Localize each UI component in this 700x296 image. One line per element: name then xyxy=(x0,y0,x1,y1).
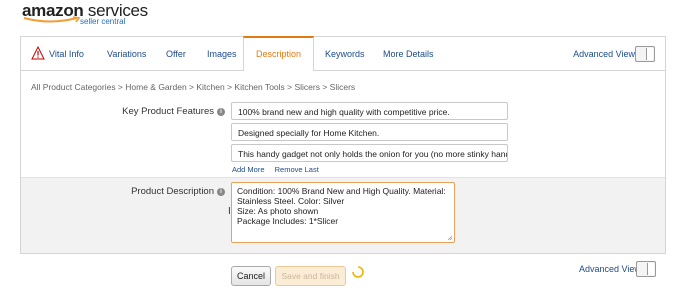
amazon-smile-icon xyxy=(23,16,81,23)
cancel-button[interactable]: Cancel xyxy=(231,266,271,286)
resize-grip-icon[interactable] xyxy=(447,235,453,241)
product-description-label-text: Product Description xyxy=(131,186,214,197)
advanced-view-label[interactable]: Advanced View xyxy=(573,37,635,71)
info-icon[interactable]: i xyxy=(217,188,225,196)
save-and-finish-button[interactable]: Save and finish xyxy=(275,266,346,286)
description-line: Size: As photo shown xyxy=(237,206,319,216)
key-features-label: Key Product Features i xyxy=(61,106,225,117)
tab-vital-info[interactable]: Vital Info xyxy=(49,37,84,70)
description-line: Stainless Steel. Color: Silver xyxy=(237,196,345,206)
breadcrumb: All Product Categories > Home & Garden >… xyxy=(31,82,356,92)
advanced-view-toggle-bottom[interactable] xyxy=(636,261,656,277)
product-description-textarea[interactable]: Condition: 100% Brand New and High Quali… xyxy=(231,182,455,243)
logo-subtitle: seller central xyxy=(80,17,126,26)
amazon-services-logo: amazon services seller central xyxy=(22,2,162,32)
add-more-link[interactable]: Add More xyxy=(232,165,265,174)
product-edit-panel: Vital Info Variations Offer Images Descr… xyxy=(20,36,666,254)
remove-last-link[interactable]: Remove Last xyxy=(275,165,319,174)
loading-spinner-icon xyxy=(352,266,364,278)
key-features-label-text: Key Product Features xyxy=(122,106,214,117)
advanced-view-toggle[interactable] xyxy=(635,46,655,62)
description-line: Condition: 100% Brand New and High Quali… xyxy=(237,186,446,196)
toggle-knob xyxy=(647,263,654,275)
feature-links: Add More Remove Last xyxy=(232,165,327,174)
tab-more-details[interactable]: More Details xyxy=(383,37,434,70)
key-feature-input-3[interactable]: This handy gadget not only holds the oni… xyxy=(231,144,508,162)
text-cursor-icon: I xyxy=(228,206,231,217)
description-line: Package Includes: 1*Slicer xyxy=(237,216,339,226)
product-description-label: Product Description i xyxy=(61,186,225,197)
tab-bar: Vital Info Variations Offer Images Descr… xyxy=(21,36,665,71)
key-feature-input-2[interactable]: Designed specially for Home Kitchen. xyxy=(231,123,508,141)
product-description-section: Product Description i Condition: 100% Bra… xyxy=(21,177,665,253)
warning-icon xyxy=(31,46,45,60)
tab-images[interactable]: Images xyxy=(207,37,237,70)
tab-variations[interactable]: Variations xyxy=(107,37,146,70)
key-feature-input-1[interactable]: 100% brand new and high quality with com… xyxy=(231,102,508,120)
info-icon[interactable]: i xyxy=(217,108,225,116)
advanced-view-label-bottom[interactable]: Advanced View xyxy=(579,259,641,279)
tab-offer[interactable]: Offer xyxy=(166,37,186,70)
tab-description[interactable]: Description xyxy=(243,36,314,71)
toggle-knob xyxy=(646,48,653,60)
tab-keywords[interactable]: Keywords xyxy=(325,37,365,70)
